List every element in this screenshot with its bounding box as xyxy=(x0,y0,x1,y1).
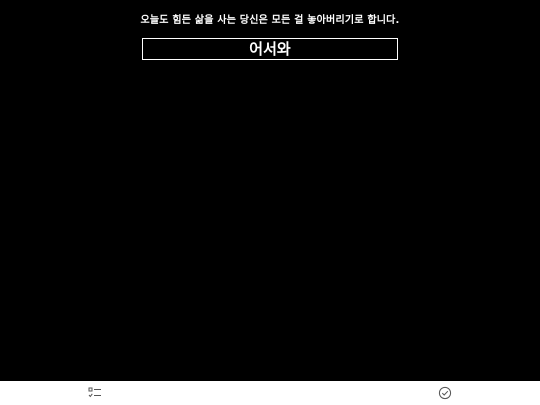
story-title: 어서와 xyxy=(249,40,291,58)
story-screen: 오늘도 힘든 삶을 사는 당신은 모든 걸 놓아버리기로 합니다. 어서와 xyxy=(0,0,540,405)
story-subtitle: 오늘도 힘든 삶을 사는 당신은 모든 걸 놓아버리기로 합니다. xyxy=(140,15,400,26)
checklist-icon xyxy=(88,387,101,398)
checklist-button[interactable] xyxy=(86,384,104,402)
done-button[interactable] xyxy=(436,384,454,402)
title-box: 어서와 xyxy=(142,38,398,60)
bottom-toolbar xyxy=(0,381,540,405)
check-circle-icon xyxy=(438,386,452,400)
